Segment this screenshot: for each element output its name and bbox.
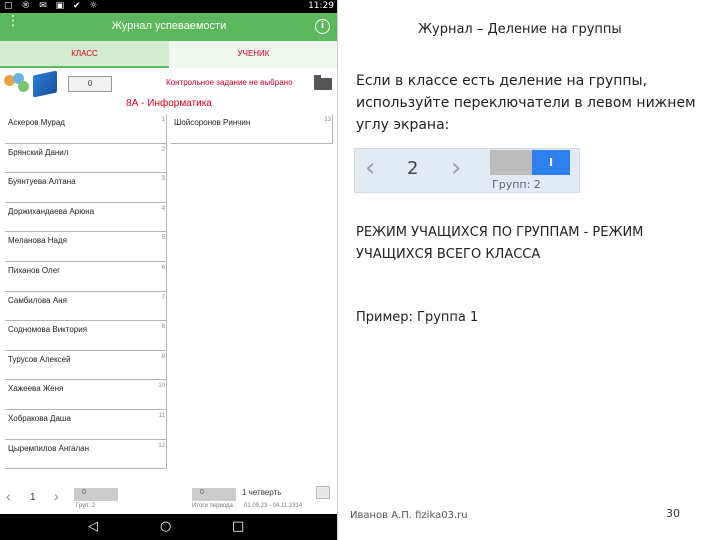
tab-class[interactable]: КЛАСС xyxy=(0,41,169,68)
student-row[interactable]: Буянтуева Алтана 3 xyxy=(5,173,167,203)
student-name: Шойсоронов Ринчин xyxy=(174,118,251,127)
back-icon[interactable]: ◁ xyxy=(88,519,98,534)
switcher-group-number: 2 xyxy=(407,158,419,179)
book-icon[interactable] xyxy=(33,70,57,98)
student-name: Пиханов Олег xyxy=(8,265,61,275)
student-row[interactable]: Меланова Надя 5 xyxy=(5,232,167,262)
student-name: Буянтуева Алтана xyxy=(8,177,76,187)
chevron-right-icon[interactable]: › xyxy=(451,153,461,183)
slide-title: Журнал – Деление на группы xyxy=(418,22,622,37)
student-name: Турусов Алексей xyxy=(8,354,71,364)
switcher-groups-label: Групп: 2 xyxy=(492,178,541,191)
student-name: Брянский Данил xyxy=(8,147,69,157)
student-name: Аскеров Мурад xyxy=(8,118,65,127)
switcher-toggle-on: I xyxy=(532,150,570,175)
chevron-left-icon[interactable]: ‹ xyxy=(365,153,375,183)
slide-canvas: ▢ ® ✉ ▣ ✔ ☼ 11:29 ⋮ Журнал успеваемости … xyxy=(0,0,720,540)
app-bar: ⋮ Журнал успеваемости i xyxy=(0,13,337,41)
task-status[interactable]: Контрольное задание не выбрано xyxy=(166,78,293,87)
student-number: 1 xyxy=(161,117,165,123)
status-icons: ▢ ® ✉ ▣ ✔ ☼ xyxy=(4,1,101,11)
student-number: 11 xyxy=(158,412,165,419)
student-row[interactable]: Цыремпилов Ангалан 12 xyxy=(5,439,167,470)
student-number: 2 xyxy=(161,146,165,153)
status-bar: ▢ ® ✉ ▣ ✔ ☼ 11:29 xyxy=(0,0,337,13)
toggle-value: 0 xyxy=(200,489,204,496)
recent-apps-icon[interactable]: □ xyxy=(232,519,244,534)
info-icon[interactable]: i xyxy=(315,19,330,34)
student-number: 5 xyxy=(161,235,165,242)
student-name: Цыремпилов Ангалан xyxy=(8,443,90,453)
toggle-value: 0 xyxy=(82,489,86,496)
student-number: 13 xyxy=(324,117,331,123)
quarter-label[interactable]: 1 четверть xyxy=(242,488,281,497)
people-icon[interactable] xyxy=(4,73,30,95)
student-name: Хобракова Даша xyxy=(8,413,71,423)
student-number: 12 xyxy=(158,442,165,449)
student-number: 9 xyxy=(161,353,165,360)
group-number: 1 xyxy=(30,492,36,503)
student-name: Доржихандаева Арюна xyxy=(8,206,95,216)
home-icon[interactable]: ○ xyxy=(160,519,171,534)
student-number: 3 xyxy=(161,176,165,183)
group-mode-toggle[interactable]: 0 xyxy=(74,488,118,501)
slide-author: Иванов А.П. fizika03.ru xyxy=(350,510,468,521)
student-name: Содномова Виктория xyxy=(8,325,88,335)
student-name: Самбилова Аня xyxy=(8,295,67,305)
student-name: Хажеева Женя xyxy=(8,384,64,394)
journal-toolbar: 0 Контрольное задание не выбрано xyxy=(0,70,337,98)
status-time: 11:29 xyxy=(308,1,334,11)
student-row[interactable]: Аскеров Мурад 1 xyxy=(5,114,167,144)
quarter-checkbox[interactable] xyxy=(316,486,330,499)
group-student-list: Шойсоронов Ринчин 13 xyxy=(171,114,333,144)
student-row[interactable]: Брянский Данил 2 xyxy=(5,143,167,174)
student-name: Меланова Надя xyxy=(8,236,67,246)
bottom-controls: ‹ 1 › 0 Груп: 2 0 Итоги периода 01.09.23… xyxy=(0,484,337,514)
period-label: Итоги периода xyxy=(192,503,233,509)
student-number: 6 xyxy=(161,264,165,271)
student-number: 7 xyxy=(161,294,165,301)
student-row[interactable]: Содномова Виктория 8 xyxy=(5,321,167,351)
student-number: 10 xyxy=(158,383,165,390)
group-switcher-example: ‹ 2 › I Групп: 2 xyxy=(354,148,580,193)
slide-intro-text: Если в классе есть деление на группы, ис… xyxy=(356,73,696,133)
chevron-right-icon[interactable]: › xyxy=(54,488,59,504)
student-row[interactable]: Турусов Алексей 9 xyxy=(5,350,167,381)
tab-bar: КЛАСС УЧЕНИК xyxy=(0,41,337,68)
student-row[interactable]: Шойсоронов Ринчин 13 xyxy=(171,114,333,144)
group-selector[interactable]: 0 xyxy=(68,76,112,92)
student-row[interactable]: Доржихандаева Арюна 4 xyxy=(5,202,167,233)
class-name: 8А - Информатика xyxy=(126,98,212,109)
student-row[interactable]: Пиханов Олег 6 xyxy=(5,261,167,292)
tab-student[interactable]: УЧЕНИК xyxy=(169,41,337,68)
android-nav-bar: ◁ ○ □ xyxy=(0,514,337,540)
slide-mode-text: РЕЖИМ УЧАЩИХСЯ ПО ГРУППАМ - РЕЖИМ УЧАЩИХ… xyxy=(356,225,644,262)
slide-example-text: Пример: Группа 1 xyxy=(356,310,479,325)
chevron-left-icon[interactable]: ‹ xyxy=(6,488,11,504)
student-row[interactable]: Хажеева Женя 10 xyxy=(5,380,167,410)
phone-screenshot: ▢ ® ✉ ▣ ✔ ☼ 11:29 ⋮ Журнал успеваемости … xyxy=(0,0,338,540)
student-number: 4 xyxy=(161,205,165,212)
app-title: Журнал успеваемости xyxy=(111,20,227,32)
student-row[interactable]: Хобракова Даша 11 xyxy=(5,409,167,440)
slide-page-number: 30 xyxy=(666,507,680,520)
date-range: 01.09.23 - 04.11.2314 xyxy=(244,503,303,509)
period-toggle[interactable]: 0 xyxy=(192,488,236,501)
student-list: Аскеров Мурад 1 Брянский Данил 2 Буянтуева… xyxy=(5,114,167,470)
switcher-toggle[interactable]: I xyxy=(490,150,570,175)
group-count-label: Груп: 2 xyxy=(76,503,96,509)
folder-icon[interactable] xyxy=(314,75,332,90)
student-number: 8 xyxy=(161,324,165,331)
student-row[interactable]: Самбилова Аня 7 xyxy=(5,291,167,322)
